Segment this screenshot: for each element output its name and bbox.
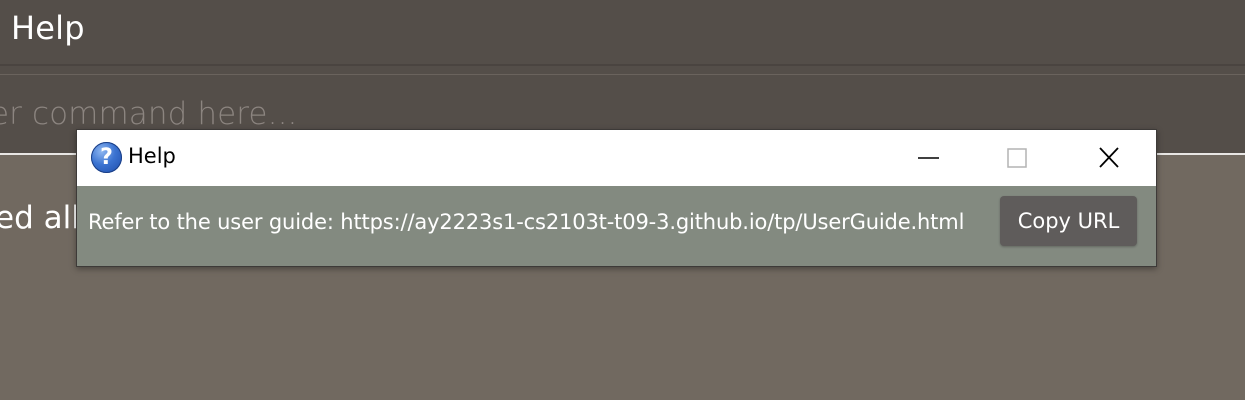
- maximize-icon: [1007, 148, 1027, 168]
- dialog-titlebar[interactable]: ? Help: [77, 130, 1156, 186]
- copy-url-button[interactable]: Copy URL: [1000, 196, 1137, 246]
- dialog-title: Help: [128, 144, 176, 168]
- background-menubar: Help: [0, 0, 1245, 64]
- minimize-button[interactable]: [880, 130, 972, 186]
- menu-help[interactable]: Help: [11, 9, 85, 47]
- command-input[interactable]: er command here...: [0, 96, 297, 132]
- user-guide-text: Refer to the user guide: https://ay2223s…: [88, 210, 965, 234]
- maximize-button[interactable]: [971, 130, 1063, 186]
- command-box-top-border: [0, 74, 1245, 75]
- help-dialog: ? Help Refer to the user guide: https://…: [76, 129, 1157, 267]
- close-button[interactable]: [1063, 130, 1155, 186]
- minimize-icon: [918, 157, 939, 159]
- question-icon: ?: [91, 142, 122, 173]
- close-icon: [1099, 147, 1119, 168]
- result-display-text: ed all: [0, 200, 80, 236]
- dialog-content: Refer to the user guide: https://ay2223s…: [77, 186, 1156, 266]
